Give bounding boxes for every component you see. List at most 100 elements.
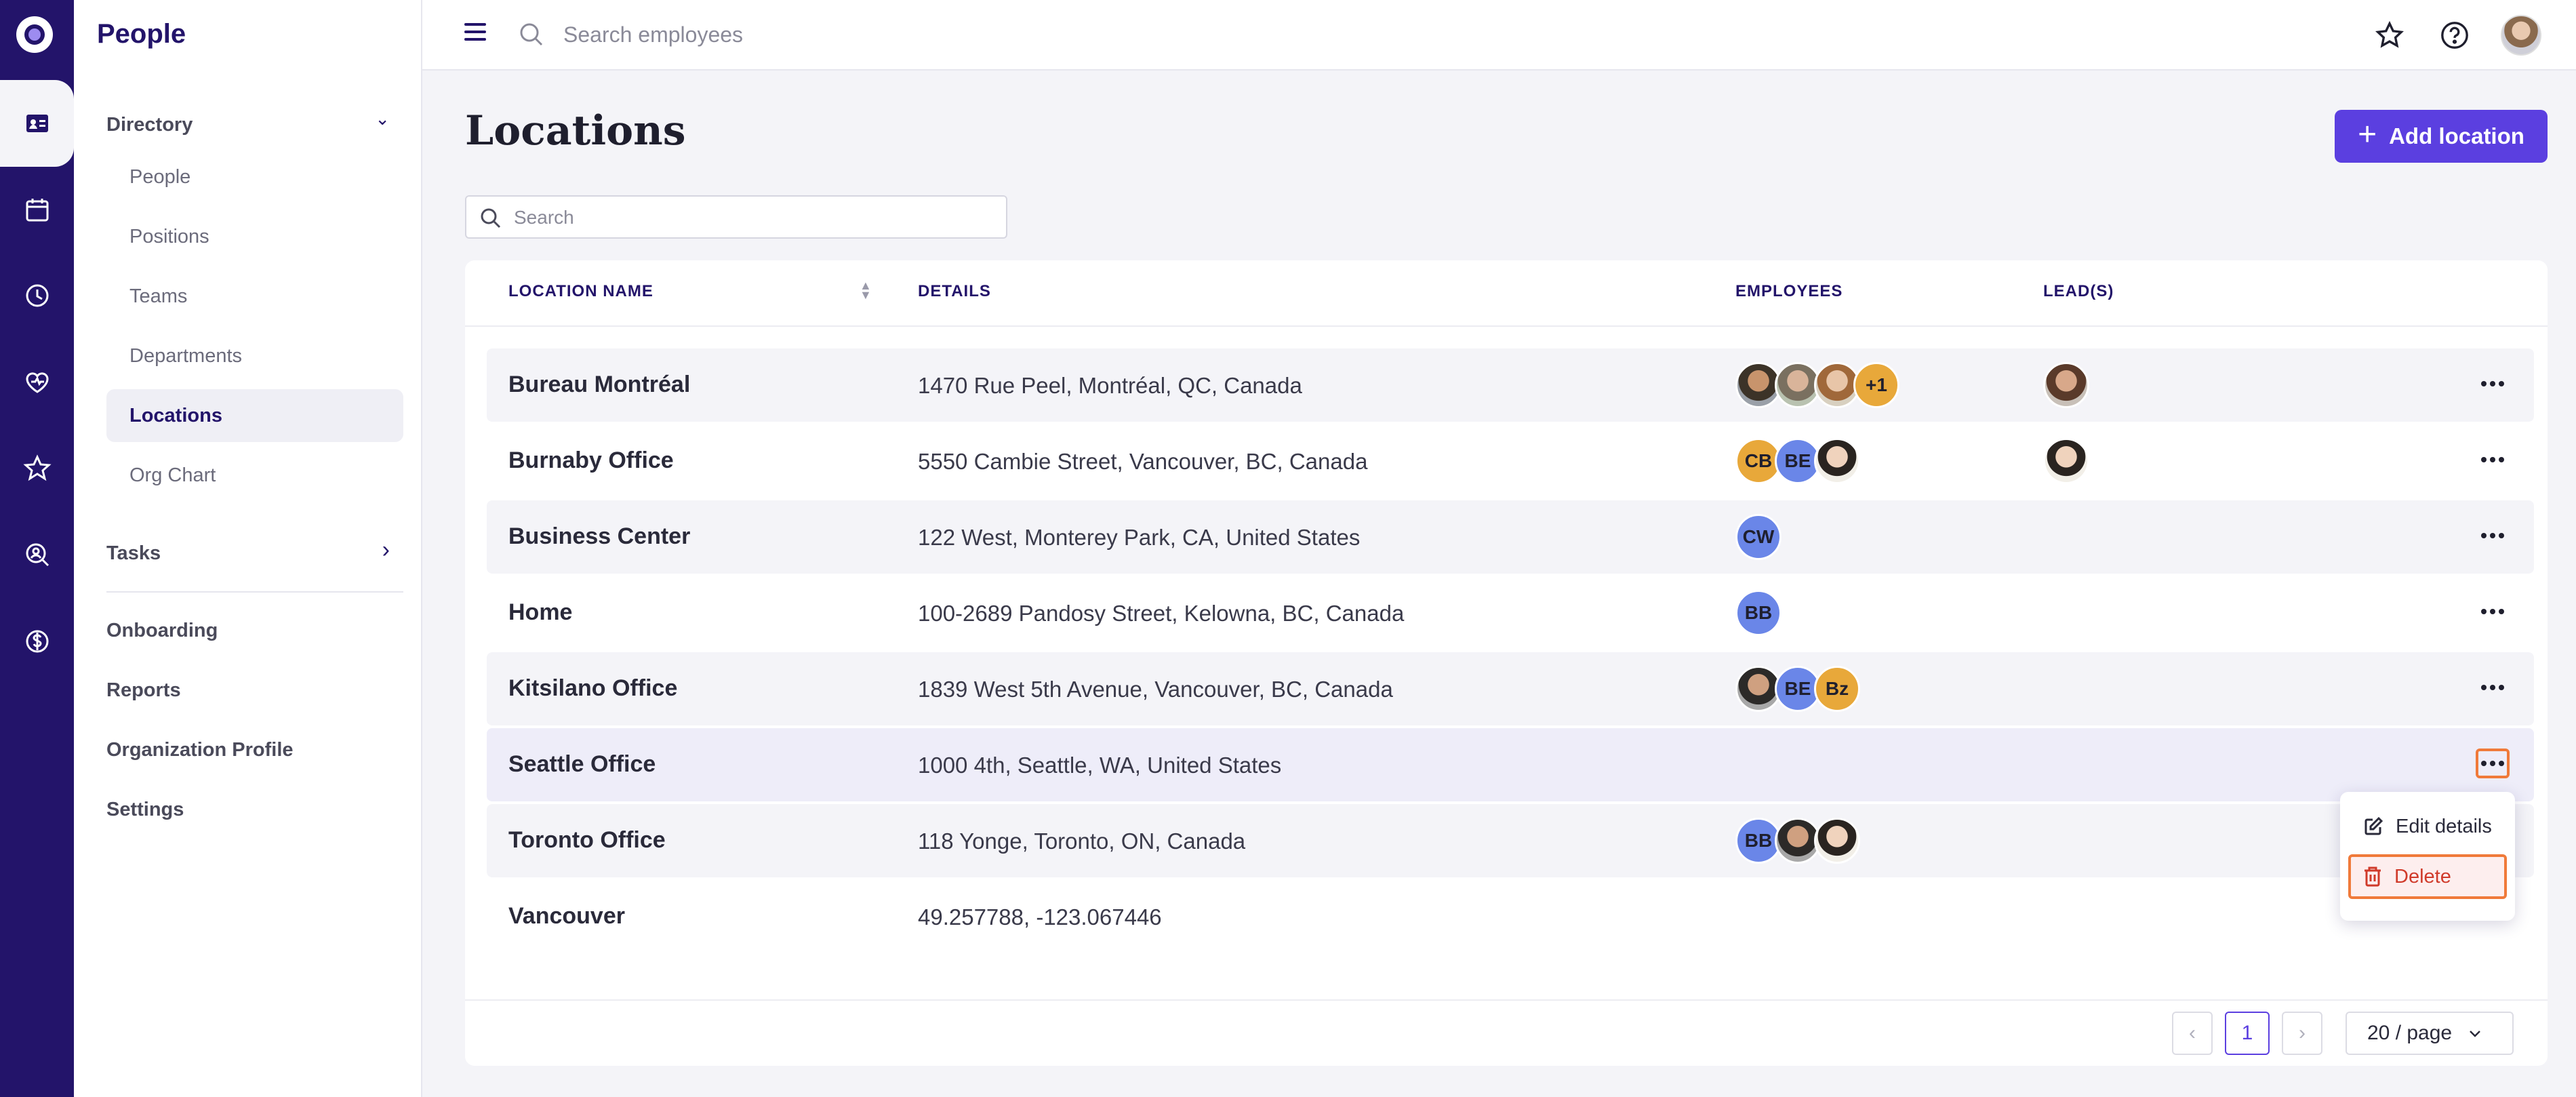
- sidebar-item-reports[interactable]: Reports: [106, 679, 181, 702]
- column-header-leads: LEAD(S): [2043, 282, 2114, 300]
- sidebar-item-organization-profile[interactable]: Organization Profile: [106, 739, 294, 761]
- location-name[interactable]: Business Center: [508, 523, 690, 550]
- location-search-input[interactable]: [514, 203, 988, 232]
- employee-avatars: BE Bz: [1735, 666, 1860, 712]
- more-actions-button[interactable]: [2476, 597, 2510, 626]
- employee-avatars: +1: [1735, 362, 1899, 408]
- icon-rail: [0, 0, 74, 1097]
- avatar[interactable]: [2043, 438, 2089, 484]
- table-row[interactable]: Business Center 122 West, Monterey Park,…: [487, 500, 2534, 574]
- table-row[interactable]: Seattle Office 1000 4th, Seattle, WA, Un…: [487, 728, 2534, 801]
- delete-label: Delete: [2394, 865, 2451, 887]
- sidebar-item-teams[interactable]: Teams: [106, 270, 403, 323]
- table-row[interactable]: Bureau Montréal 1470 Rue Peel, Montréal,…: [487, 348, 2534, 422]
- add-location-label: Add location: [2389, 123, 2524, 148]
- location-name[interactable]: Vancouver: [508, 903, 625, 930]
- sidebar-item-settings[interactable]: Settings: [106, 799, 184, 821]
- table-row[interactable]: Toronto Office 118 Yonge, Toronto, ON, C…: [487, 804, 2534, 877]
- lead-avatars: [2043, 438, 2089, 484]
- more-actions-button[interactable]: [2476, 369, 2510, 399]
- location-details: 1470 Rue Peel, Montréal, QC, Canada: [918, 373, 1302, 398]
- lead-avatars: [2043, 362, 2089, 408]
- page-size-value: 20 / page: [2367, 1022, 2453, 1044]
- avatar-overflow-count[interactable]: +1: [1853, 362, 1899, 408]
- star-nav-icon[interactable]: [0, 424, 74, 511]
- dollar-nav-icon[interactable]: [0, 598, 74, 685]
- more-actions-button[interactable]: [2476, 445, 2510, 475]
- column-header-location-name[interactable]: LOCATION NAME: [508, 282, 653, 301]
- avatar[interactable]: BB: [1735, 590, 1782, 636]
- location-name[interactable]: Seattle Office: [508, 751, 656, 778]
- table-row[interactable]: Kitsilano Office 1839 West 5th Avenue, V…: [487, 652, 2534, 725]
- location-search-box[interactable]: [465, 195, 1007, 239]
- sidebar-item-org-chart[interactable]: Org Chart: [106, 449, 403, 502]
- heart-nav-icon[interactable]: [0, 339, 74, 426]
- chevron-down-icon: [2470, 1031, 2481, 1037]
- employee-avatars: CW: [1735, 514, 1782, 560]
- calendar-nav-icon[interactable]: [0, 167, 74, 254]
- delete-menu-item[interactable]: Delete: [2348, 854, 2507, 899]
- search-icon: [520, 23, 543, 46]
- location-name[interactable]: Bureau Montréal: [508, 372, 690, 398]
- app-logo-icon[interactable]: [16, 16, 53, 53]
- location-name[interactable]: Burnaby Office: [508, 447, 674, 474]
- column-header-employees: EMPLOYEES: [1735, 282, 1843, 300]
- table-row[interactable]: Vancouver 49.257788, -123.067446: [487, 880, 2534, 953]
- location-details: 1839 West 5th Avenue, Vancouver, BC, Can…: [918, 677, 1393, 702]
- table-row[interactable]: Home 100-2689 Pandosy Street, Kelowna, B…: [487, 576, 2534, 650]
- location-details: 118 Yonge, Toronto, ON, Canada: [918, 829, 1246, 854]
- header-divider: [465, 325, 2548, 327]
- more-actions-button[interactable]: [2476, 521, 2510, 551]
- table-row[interactable]: Burnaby Office 5550 Cambie Street, Vanco…: [487, 424, 2534, 498]
- sidebar-item-departments[interactable]: Departments: [106, 330, 403, 382]
- more-actions-button[interactable]: [2476, 749, 2510, 778]
- trash-icon: [2364, 866, 2381, 887]
- location-details: 49.257788, -123.067446: [918, 904, 1162, 930]
- sidebar-section-directory[interactable]: Directory: [106, 114, 193, 136]
- avatar[interactable]: [1814, 818, 1860, 864]
- footer-divider: [465, 999, 2548, 1001]
- sidebar-item-onboarding[interactable]: Onboarding: [106, 620, 218, 642]
- sidebar-item-people[interactable]: People: [106, 151, 403, 203]
- add-location-button[interactable]: + Add location: [2335, 110, 2548, 163]
- clock-nav-icon[interactable]: [0, 252, 74, 339]
- hamburger-menu-icon[interactable]: [464, 23, 486, 41]
- location-name[interactable]: Home: [508, 599, 572, 626]
- avatar[interactable]: [1814, 438, 1860, 484]
- search-person-nav-icon[interactable]: [0, 511, 74, 598]
- employee-avatars: CB BE: [1735, 438, 1860, 484]
- people-nav-icon[interactable]: [0, 80, 74, 167]
- sidebar-item-locations[interactable]: Locations: [106, 389, 403, 442]
- chevron-right-icon[interactable]: ›: [382, 537, 390, 563]
- sidebar-divider: [106, 591, 403, 593]
- sidebar-item-positions[interactable]: Positions: [106, 210, 403, 263]
- location-name[interactable]: Kitsilano Office: [508, 675, 677, 702]
- page-1-button[interactable]: 1: [2225, 1012, 2270, 1055]
- location-details: 5550 Cambie Street, Vancouver, BC, Canad…: [918, 449, 1368, 474]
- column-header-details: DETAILS: [918, 282, 991, 300]
- employee-search-input[interactable]: [563, 19, 970, 50]
- edit-icon: [2364, 816, 2383, 835]
- chevron-down-icon[interactable]: ⌄: [375, 108, 390, 129]
- help-icon[interactable]: [2437, 18, 2472, 53]
- page-title: Locations: [465, 107, 686, 155]
- previous-page-button[interactable]: ‹: [2172, 1012, 2213, 1055]
- more-actions-button[interactable]: [2476, 673, 2510, 702]
- sidebar-section-tasks[interactable]: Tasks: [106, 542, 161, 565]
- next-page-button[interactable]: ›: [2282, 1012, 2322, 1055]
- sort-icon[interactable]: ▲ ▼: [860, 279, 872, 301]
- edit-details-menu-item[interactable]: Edit details: [2348, 804, 2507, 849]
- plus-icon: +: [2358, 117, 2377, 153]
- avatar[interactable]: CW: [1735, 514, 1782, 560]
- page-size-select[interactable]: 20 / page: [2346, 1012, 2514, 1055]
- edit-details-label: Edit details: [2396, 815, 2492, 837]
- user-avatar[interactable]: [2501, 15, 2541, 56]
- location-details: 122 West, Monterey Park, CA, United Stat…: [918, 525, 1361, 550]
- row-actions-menu: Edit details Delete: [2340, 792, 2515, 921]
- location-details: 100-2689 Pandosy Street, Kelowna, BC, Ca…: [918, 601, 1405, 626]
- star-icon[interactable]: [2372, 18, 2407, 53]
- avatar[interactable]: Bz: [1814, 666, 1860, 712]
- employee-avatars: BB: [1735, 590, 1782, 636]
- avatar[interactable]: [2043, 362, 2089, 408]
- location-name[interactable]: Toronto Office: [508, 827, 666, 854]
